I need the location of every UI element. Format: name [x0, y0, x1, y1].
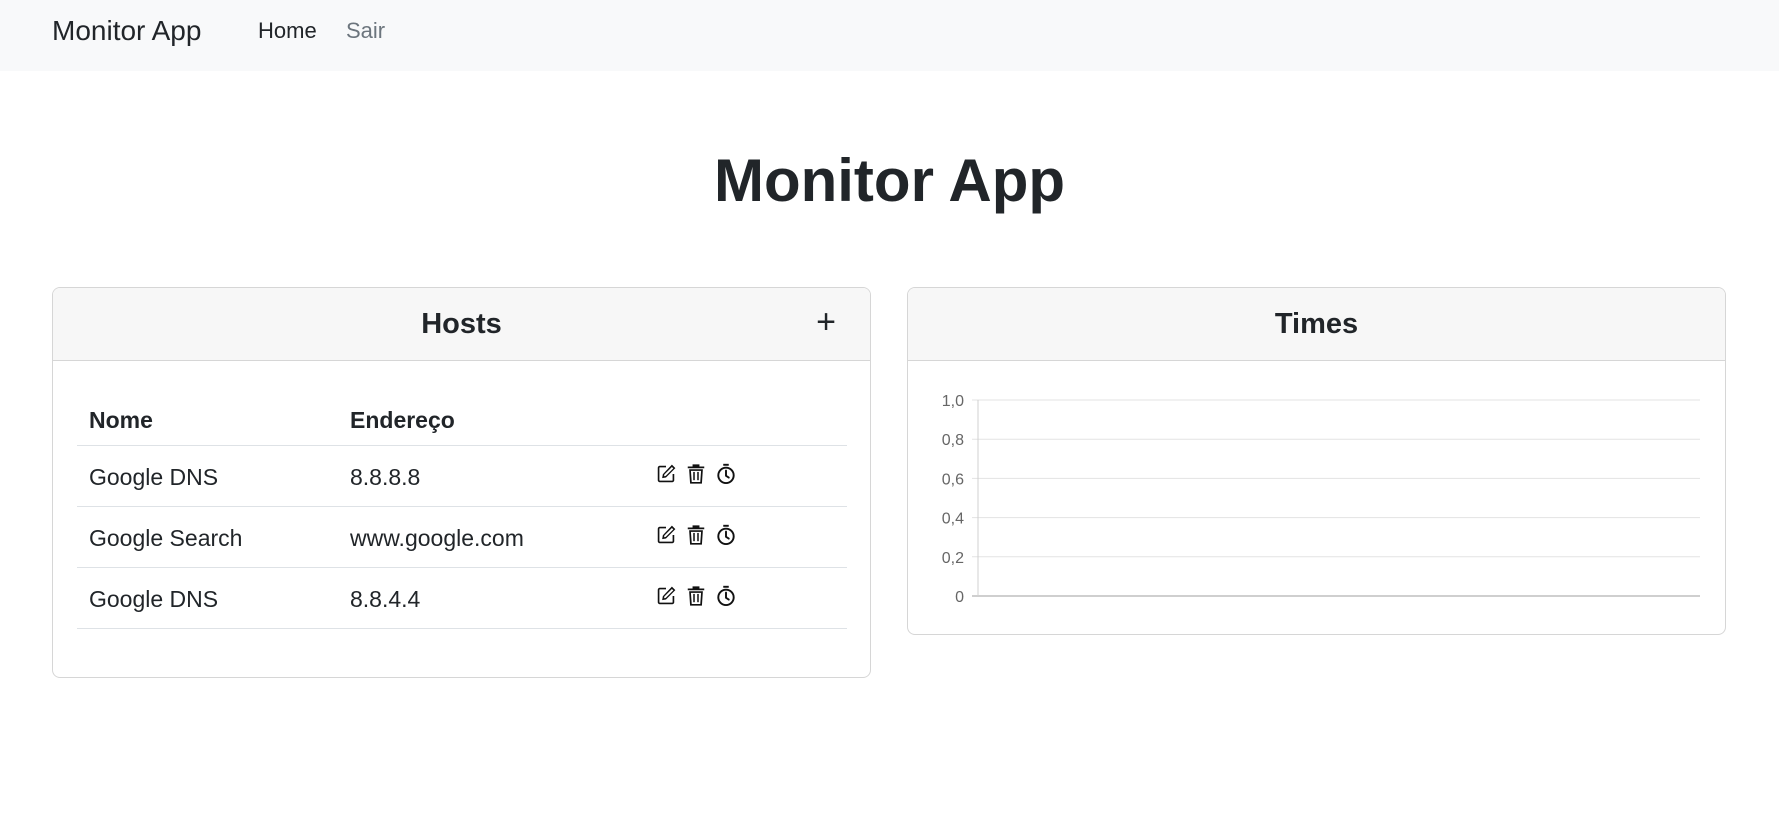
stopwatch-icon[interactable]	[715, 463, 737, 485]
host-address: www.google.com	[350, 525, 524, 551]
y-tick-label: 0,2	[942, 550, 964, 567]
hosts-card-header: Hosts +	[53, 288, 870, 361]
host-name: Google DNS	[89, 586, 219, 612]
host-name: Google Search	[89, 525, 243, 551]
times-chart: 0 0,2 0,4 0,6 0,8 1,0	[908, 361, 1725, 634]
edit-icon[interactable]	[655, 585, 677, 607]
stopwatch-icon[interactable]	[715, 524, 737, 546]
y-tick-label: 0,6	[942, 471, 964, 488]
y-tick-label: 0	[955, 589, 964, 606]
times-chart-svg: 0 0,2 0,4 0,6 0,8 1,0	[942, 393, 1700, 606]
hosts-card-title: Hosts	[421, 308, 502, 340]
times-card-title: Times	[1274, 308, 1359, 340]
column-header-nome: Nome	[89, 407, 153, 433]
edit-icon[interactable]	[655, 524, 677, 546]
times-card: Times 0 0,2 0,4 0,6 0,8 1,0	[907, 287, 1726, 635]
page-title: Monitor App	[713, 147, 1065, 214]
table-row: Google Search www.google.com	[77, 507, 847, 568]
table-row: Google DNS 8.8.4.4	[77, 568, 847, 629]
stopwatch-icon[interactable]	[715, 585, 737, 607]
y-tick-label: 0,4	[942, 511, 964, 528]
times-card-header: Times	[908, 288, 1725, 361]
y-tick-label: 0,8	[942, 432, 964, 449]
host-address: 8.8.4.4	[350, 586, 421, 612]
add-host-button[interactable]: +	[808, 304, 844, 342]
trash-icon[interactable]	[685, 524, 707, 546]
trash-icon[interactable]	[685, 463, 707, 485]
trash-icon[interactable]	[685, 585, 707, 607]
table-header: Nome Endereço	[77, 398, 847, 446]
nav-link-sair[interactable]: Sair	[346, 18, 385, 44]
host-address: 8.8.8.8	[350, 464, 421, 490]
edit-icon[interactable]	[655, 463, 677, 485]
table-row: Google DNS 8.8.8.8	[77, 446, 847, 507]
column-header-endereco: Endereço	[350, 407, 455, 433]
nav-link-home[interactable]: Home	[258, 18, 317, 44]
y-tick-label: 1,0	[942, 393, 964, 410]
host-name: Google DNS	[89, 464, 219, 490]
hosts-card: Hosts + Nome Endereço Google DNS 8.8.8.8…	[52, 287, 871, 678]
navbar-brand[interactable]: Monitor App	[52, 14, 201, 48]
navbar: Monitor App Home Sair	[0, 0, 1779, 71]
